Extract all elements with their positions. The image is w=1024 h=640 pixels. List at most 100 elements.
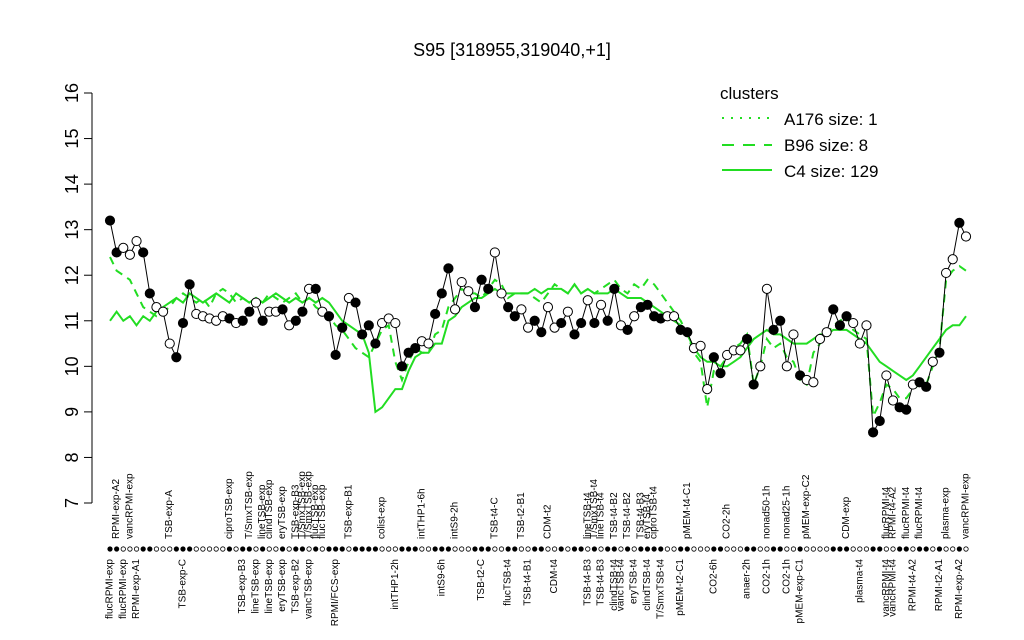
data-point xyxy=(310,283,321,294)
y-axis: 7 8 9 10 11 12 13 14 15 16 xyxy=(62,83,93,508)
data-point xyxy=(715,368,726,379)
chart-canvas: S95 [318955,319040,+1] 7 8 9 10 11 12 13 14 15 16… xyxy=(62,40,972,627)
x-label-bottom: pMEM-exp-C1 xyxy=(795,559,806,624)
series-line-c4 xyxy=(109,282,967,414)
x-label-top: colist-exp xyxy=(377,496,388,539)
data-point xyxy=(483,283,494,294)
x-label-top: nonad25-1h xyxy=(781,486,792,539)
rug-mark xyxy=(127,546,133,552)
rug-mark xyxy=(286,546,292,552)
rug-mark xyxy=(558,546,564,552)
x-label-bottom: CO2-1h xyxy=(781,559,792,594)
x-label-bottom: eryTSB-exp xyxy=(277,559,288,612)
rug-mark xyxy=(472,546,478,552)
series-layer xyxy=(109,256,967,421)
data-point xyxy=(476,274,487,285)
rug-mark xyxy=(890,546,896,552)
x-label-top: TSB-t4-C xyxy=(489,497,500,539)
rug-mark xyxy=(824,546,830,552)
data-point xyxy=(595,299,607,310)
data-point xyxy=(177,317,189,329)
data-point xyxy=(642,299,653,310)
x-label-bottom: RPMI-t2-A1 xyxy=(934,559,945,612)
x-label-bottom: vancTSB-t4 xyxy=(615,559,626,612)
rug-mark xyxy=(644,546,651,552)
x-label-bottom: TSB-t4-B3 xyxy=(582,559,593,606)
rug-mark xyxy=(551,546,558,552)
rug-mark xyxy=(525,546,531,552)
rug-mark xyxy=(810,546,816,552)
data-point xyxy=(881,370,892,381)
rug-mark xyxy=(830,546,836,552)
rug-mark xyxy=(850,546,856,552)
data-point xyxy=(848,317,859,329)
legend-label-b96: B96 size: 8 xyxy=(784,136,868,155)
x-label-top: lineTSB-t4 xyxy=(596,492,607,539)
data-point xyxy=(277,304,288,315)
data-point xyxy=(104,215,116,226)
rug-mark xyxy=(160,546,166,552)
rug-mark xyxy=(260,546,266,552)
rug-mark xyxy=(306,546,312,552)
x-label-bottom: lineTSB-exp xyxy=(264,559,275,614)
data-point xyxy=(144,288,155,299)
y-tick-label: 9 xyxy=(62,407,82,417)
x-label-bottom: RPMI/FCS-exp xyxy=(330,559,341,627)
data-point xyxy=(828,304,839,315)
data-point xyxy=(456,276,467,288)
y-tick-label: 10 xyxy=(62,356,82,376)
data-point xyxy=(582,295,593,306)
rug-mark xyxy=(173,546,179,552)
rug-mark xyxy=(293,546,299,552)
data-point xyxy=(536,327,547,338)
rug-mark xyxy=(392,546,398,552)
x-label-top: clindTSB-exp xyxy=(264,479,275,539)
data-point xyxy=(788,329,799,340)
rug-mark xyxy=(538,546,544,552)
rug-mark xyxy=(333,546,339,552)
x-label-top: flucTSB-exp xyxy=(317,484,328,539)
y-tick-label: 8 xyxy=(62,452,82,462)
x-label-bottom: RPMI-t4-A2 xyxy=(907,559,918,612)
data-point xyxy=(363,320,374,331)
rug-mark xyxy=(107,546,113,552)
rug-mark xyxy=(518,546,525,552)
rug-mark xyxy=(764,546,770,552)
x-label-bottom: clindTSB-t4 xyxy=(642,559,653,611)
rug-mark xyxy=(478,546,485,552)
rug-mark xyxy=(943,546,949,552)
x-label-top: nonad50-1h xyxy=(761,486,772,539)
data-point xyxy=(244,306,255,317)
x-label-top: CDM-exp xyxy=(841,496,852,539)
rug-mark xyxy=(605,546,611,552)
x-label-top: vancRPMI-exp xyxy=(124,473,135,539)
data-point xyxy=(748,379,759,390)
rug-mark xyxy=(359,546,365,552)
rug-mark xyxy=(419,546,425,552)
data-point xyxy=(741,333,753,345)
rug-mark xyxy=(253,546,259,552)
rug-mark xyxy=(366,546,372,552)
x-label-bottom: intTHP1-2h xyxy=(390,559,401,610)
data-point xyxy=(821,327,832,338)
rug-mark xyxy=(114,546,120,552)
rug-mark xyxy=(817,546,823,552)
x-label-top: flucRPMI-t4 xyxy=(901,486,912,539)
rug-mark xyxy=(565,546,571,552)
rug-mark xyxy=(492,546,498,552)
data-point xyxy=(297,306,308,317)
rug-mark xyxy=(857,546,863,552)
data-point xyxy=(695,340,706,351)
rug-mark xyxy=(412,546,418,552)
x-label-top: ciproTSB-exp xyxy=(224,478,235,539)
data-point xyxy=(449,304,461,315)
rug-mark xyxy=(206,546,213,552)
x-label-bottom: eryTSB-t4 xyxy=(629,559,640,604)
legend-title: clusters xyxy=(720,84,779,103)
x-label-bottom: vancTSB-exp xyxy=(304,559,315,619)
x-label-top: ciproTSB-t4 xyxy=(649,486,660,539)
rug-mark xyxy=(790,546,797,552)
data-point xyxy=(954,217,965,228)
rug-mark xyxy=(910,546,916,552)
rug-mark xyxy=(936,546,943,552)
